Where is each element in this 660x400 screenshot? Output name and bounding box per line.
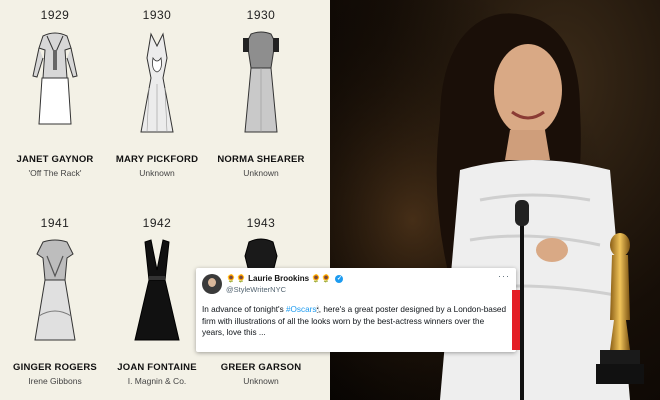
- dress-icon: [32, 32, 78, 125]
- tweet-author[interactable]: 🌻🌻 Laurie Brookins 🌻🌻 ✓: [226, 274, 344, 283]
- tweet-accent-bar: [512, 290, 520, 350]
- dress-year: 1942: [142, 216, 172, 230]
- avatar-face: [208, 278, 216, 287]
- dress-entry-1929-gaynor: 1929 JANET GAYNOR 'Off The Rack': [0, 8, 110, 178]
- actress-name: JOAN FONTAINE: [117, 362, 197, 373]
- author-prefix-emoji: 🌻🌻: [226, 274, 246, 283]
- dress-entry-1941-rogers: 1941 GINGER ROGERS Irene Gibbons: [0, 216, 110, 386]
- author-suffix-emoji: 🌻🌻: [311, 274, 332, 283]
- dress-icon: [34, 239, 76, 341]
- oscars-hashtag-link[interactable]: #Oscars: [286, 305, 316, 314]
- designer-name: Unknown: [243, 376, 279, 386]
- avatar[interactable]: [202, 274, 222, 294]
- actress-name: GREER GARSON: [220, 362, 302, 373]
- tweet-card[interactable]: 🌻🌻 Laurie Brookins 🌻🌻 ✓ @StyleWriterNYC …: [196, 268, 520, 352]
- dress-year: 1930: [246, 8, 276, 22]
- dress-year: 1929: [40, 8, 70, 22]
- dress-year: 1943: [246, 216, 276, 230]
- verified-badge-icon: ✓: [335, 274, 344, 283]
- dress-year: 1930: [142, 8, 172, 22]
- dress-year: 1941: [40, 216, 70, 230]
- dress-icon: [140, 32, 174, 133]
- dress-icon: [243, 31, 279, 133]
- designer-name: 'Off The Rack': [28, 168, 82, 178]
- dress-entry-1930-pickford: 1930 MARY PICKFORD Unknown: [102, 8, 212, 178]
- designer-name: Unknown: [139, 168, 175, 178]
- dress-icon: [134, 239, 180, 341]
- actress-name: MARY PICKFORD: [115, 154, 199, 165]
- author-name: Laurie Brookins: [248, 274, 310, 283]
- actress-name: GINGER ROGERS: [13, 362, 97, 373]
- dress-entry-1930-shearer: 1930 NORMA SHEARER Unknown: [206, 8, 316, 178]
- actress-name: NORMA SHEARER: [217, 154, 305, 165]
- actress-name: JANET GAYNOR: [16, 154, 94, 165]
- tweet-text-start: In advance of tonight's: [202, 305, 286, 314]
- designer-name: Unknown: [243, 168, 279, 178]
- more-options-icon[interactable]: ···: [498, 271, 510, 281]
- author-handle[interactable]: @StyleWriterNYC: [226, 285, 286, 294]
- designer-name: Irene Gibbons: [28, 376, 82, 386]
- designer-name: I. Magnin & Co.: [127, 376, 187, 386]
- tweet-text: In advance of tonight's #Oscars🕯, here's…: [202, 304, 508, 339]
